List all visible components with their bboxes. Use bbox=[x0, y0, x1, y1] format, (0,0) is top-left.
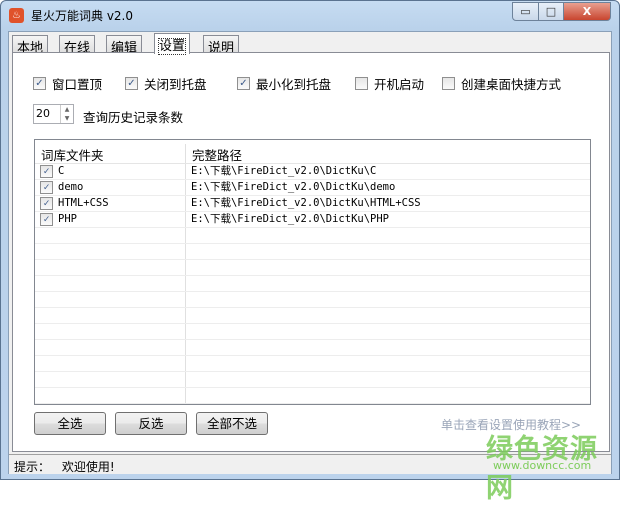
table-row[interactable]: ✓ C E:\下载\FireDict_v2.0\DictKu\C bbox=[35, 164, 590, 180]
invert-selection-button[interactable]: 反选 bbox=[115, 412, 187, 435]
path-cell: E:\下载\FireDict_v2.0\DictKu\demo bbox=[191, 181, 396, 193]
empty-cell bbox=[35, 292, 186, 307]
folder-name: PHP bbox=[58, 213, 77, 225]
watermark-url: www.downcc.com bbox=[493, 459, 592, 472]
empty-cell bbox=[35, 340, 186, 355]
option-startup[interactable]: 开机启动 bbox=[355, 74, 424, 93]
minimize-button[interactable]: ▭ bbox=[512, 2, 539, 21]
app-window: ♨ 星火万能词典 v2.0 ▭ □ X 本地 在线 编辑 设置 说明 ✓ 窗口置顶… bbox=[0, 0, 620, 504]
select-none-button[interactable]: 全部不选 bbox=[196, 412, 268, 435]
checkbox-checked-icon[interactable]: ✓ bbox=[40, 213, 53, 226]
tab-online[interactable]: 在线 bbox=[59, 35, 96, 56]
folder-name: demo bbox=[58, 181, 84, 193]
folder-cell: ✓ HTML+CSS bbox=[35, 196, 186, 211]
column-header-path[interactable]: 完整路径 bbox=[186, 144, 248, 163]
client-area: 本地 在线 编辑 设置 说明 ✓ 窗口置顶 ✓ 关闭到托盘 ✓ 最小化到托盘 开机启动… bbox=[8, 31, 612, 474]
folder-cell: ✓ C bbox=[35, 164, 186, 179]
list-header: 词库文件夹 完整路径 bbox=[35, 144, 590, 164]
checkbox-checked-icon[interactable]: ✓ bbox=[237, 77, 250, 90]
empty-cell bbox=[35, 324, 186, 339]
checkbox-unchecked-icon[interactable] bbox=[442, 77, 455, 90]
empty-cell bbox=[35, 388, 186, 403]
checkbox-checked-icon[interactable]: ✓ bbox=[33, 77, 46, 90]
history-count-label: 查询历史记录条数 bbox=[83, 110, 184, 125]
status-label: 提示： bbox=[14, 460, 51, 474]
empty-cell bbox=[35, 356, 186, 371]
close-button[interactable]: X bbox=[563, 2, 611, 21]
table-row[interactable] bbox=[35, 324, 590, 340]
empty-cell bbox=[35, 228, 186, 243]
dictionary-list: 词库文件夹 完整路径 ✓ C E:\下载\FireDict_v2.0\DictKu\… bbox=[34, 139, 591, 405]
tab-edit[interactable]: 编辑 bbox=[106, 35, 143, 56]
empty-cell bbox=[35, 308, 186, 323]
table-row[interactable] bbox=[35, 228, 590, 244]
table-row[interactable]: ✓ demo E:\下载\FireDict_v2.0\DictKu\demo bbox=[35, 180, 590, 196]
status-message: 欢迎使用! bbox=[61, 460, 115, 474]
spinner-arrows-icon[interactable]: ▲ ▼ bbox=[60, 105, 73, 123]
folder-name: C bbox=[58, 165, 65, 177]
empty-cell bbox=[35, 276, 186, 291]
empty-cell bbox=[35, 260, 186, 275]
history-count-spinner[interactable]: 20 ▲ ▼ bbox=[33, 104, 74, 124]
column-header-folder[interactable]: 词库文件夹 bbox=[35, 144, 186, 163]
checkbox-checked-icon[interactable]: ✓ bbox=[40, 197, 53, 210]
option-close-to-tray[interactable]: ✓ 关闭到托盘 bbox=[125, 74, 207, 93]
checkbox-checked-icon[interactable]: ✓ bbox=[40, 181, 53, 194]
checkbox-checked-icon[interactable]: ✓ bbox=[125, 77, 138, 90]
window-title: 星火万能词典 v2.0 bbox=[31, 9, 134, 23]
app-flame-icon: ♨ bbox=[9, 8, 24, 23]
settings-panel: ✓ 窗口置顶 ✓ 关闭到托盘 ✓ 最小化到托盘 开机启动 创建桌面快捷方式 20 ▲ ▼… bbox=[12, 52, 610, 452]
option-always-on-top[interactable]: ✓ 窗口置顶 bbox=[33, 74, 102, 93]
path-cell: E:\下载\FireDict_v2.0\DictKu\HTML+CSS bbox=[191, 197, 421, 209]
tab-settings[interactable]: 设置 bbox=[154, 33, 191, 55]
table-row[interactable] bbox=[35, 244, 590, 260]
path-cell: E:\下载\FireDict_v2.0\DictKu\PHP bbox=[191, 213, 390, 225]
table-row[interactable] bbox=[35, 372, 590, 388]
history-count-value[interactable]: 20 bbox=[34, 105, 60, 123]
table-row[interactable]: ✓ PHP E:\下载\FireDict_v2.0\DictKu\PHP bbox=[35, 212, 590, 228]
table-row[interactable] bbox=[35, 388, 590, 404]
option-minimize-to-tray[interactable]: ✓ 最小化到托盘 bbox=[237, 74, 331, 93]
table-row[interactable] bbox=[35, 260, 590, 276]
table-row[interactable] bbox=[35, 356, 590, 372]
table-row[interactable]: ✓ HTML+CSS E:\下载\FireDict_v2.0\DictKu\HTML… bbox=[35, 196, 590, 212]
select-all-button[interactable]: 全选 bbox=[34, 412, 106, 435]
empty-cell bbox=[35, 244, 186, 259]
maximize-button[interactable]: □ bbox=[538, 2, 564, 21]
checkbox-checked-icon[interactable]: ✓ bbox=[40, 165, 53, 178]
table-row[interactable] bbox=[35, 292, 590, 308]
folder-cell: ✓ demo bbox=[35, 180, 186, 195]
table-row[interactable] bbox=[35, 340, 590, 356]
folder-cell: ✓ PHP bbox=[35, 212, 186, 227]
tab-local[interactable]: 本地 bbox=[12, 35, 49, 56]
table-row[interactable] bbox=[35, 308, 590, 324]
table-row[interactable] bbox=[35, 276, 590, 292]
tab-help[interactable]: 说明 bbox=[203, 35, 240, 56]
folder-name: HTML+CSS bbox=[58, 197, 109, 209]
checkbox-unchecked-icon[interactable] bbox=[355, 77, 368, 90]
option-desktop-shortcut[interactable]: 创建桌面快捷方式 bbox=[442, 74, 561, 93]
path-cell: E:\下载\FireDict_v2.0\DictKu\C bbox=[191, 165, 377, 177]
empty-cell bbox=[35, 372, 186, 387]
